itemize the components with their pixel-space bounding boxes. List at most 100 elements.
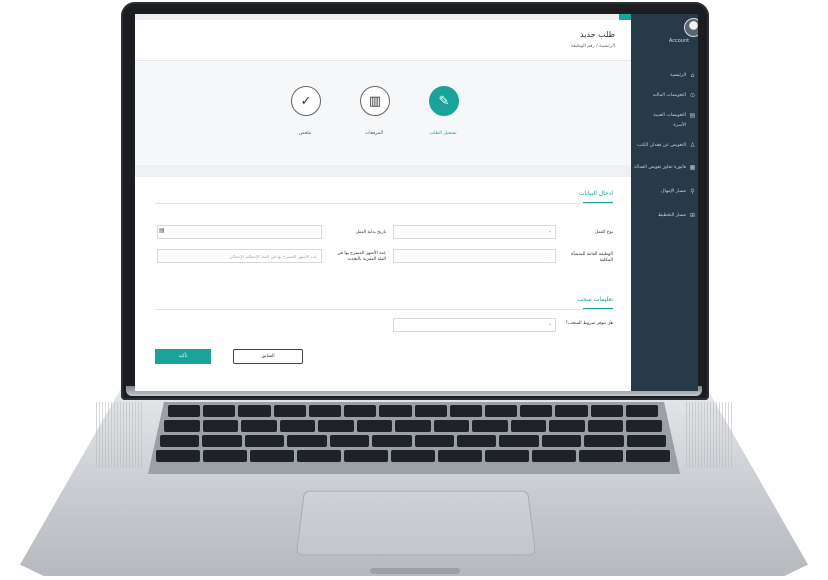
key	[434, 420, 470, 432]
key	[287, 435, 326, 447]
key	[203, 405, 235, 417]
key	[549, 420, 585, 432]
wizard-step-label: المرفقات	[344, 131, 404, 136]
book-icon: ♙	[689, 142, 696, 149]
front-notch	[370, 568, 460, 574]
money-icon: ⊙	[689, 92, 696, 99]
label-condition: هل تتوفر شروط السحب؟	[561, 321, 613, 327]
wizard-step-register[interactable]: ✎	[429, 86, 459, 116]
job-type-select[interactable]: *	[393, 225, 556, 239]
sidebar-item-financial[interactable]: ⊙ التعويضات الماليه	[633, 88, 696, 102]
key	[203, 450, 247, 462]
documents-icon: ▥	[369, 94, 381, 109]
key	[555, 405, 587, 417]
sidebar-item-label: الأسرة	[673, 123, 686, 128]
page-title: طلب جديد	[515, 30, 615, 39]
section-spacer	[135, 165, 631, 177]
key	[202, 435, 241, 447]
key	[344, 405, 376, 417]
key	[591, 405, 623, 417]
key	[274, 405, 306, 417]
key	[245, 435, 284, 447]
confirm-button[interactable]: تأكيد	[155, 349, 211, 364]
label-months: عدد الأشهر المصرح بها في الفئة العمرية ب…	[330, 251, 386, 263]
sidebar-subitem-family[interactable]: الأسرة	[633, 118, 696, 132]
key	[450, 405, 482, 417]
key	[485, 405, 517, 417]
breadcrumb[interactable]: الرئيسية / رقم الوظيفة	[515, 44, 615, 49]
key	[415, 405, 447, 417]
keyboard-row	[160, 435, 666, 447]
sidebar-item-home[interactable]: ⌂ الرئيسية	[633, 68, 696, 82]
key	[164, 420, 200, 432]
sidebar-item-label: التعويض عن فقدان الكتب	[637, 143, 686, 148]
plan-icon: ⊞	[689, 212, 696, 219]
sidebar-item-planning[interactable]: ⊞ مسار التخطيط	[633, 208, 696, 222]
sidebar-item-label: الرئيسية	[670, 73, 686, 78]
section-title-withdrawal: تعليمات سحب	[533, 296, 613, 303]
sidebar-item-label: التعويضات العينية	[653, 113, 686, 118]
wizard-step-attachments[interactable]: ▥	[360, 86, 390, 116]
company-select[interactable]: ...	[393, 249, 556, 263]
key	[472, 420, 508, 432]
key	[542, 435, 581, 447]
key	[532, 450, 576, 462]
section-line	[155, 309, 613, 310]
key	[485, 450, 529, 462]
key	[626, 405, 658, 417]
keyboard	[148, 402, 680, 474]
key	[391, 450, 435, 462]
keyboard-row	[156, 450, 670, 462]
key	[626, 450, 670, 462]
field-placeholder: عدد الأشهر المصرح بها في الفئة الإجمالية…	[229, 254, 317, 259]
key	[395, 420, 431, 432]
key	[626, 420, 662, 432]
key	[520, 405, 552, 417]
key	[344, 450, 388, 462]
label-job-type: نوع العمل	[561, 230, 613, 236]
key	[457, 435, 496, 447]
avatar[interactable]	[684, 18, 698, 37]
condition-select[interactable]: *	[393, 318, 556, 332]
field-value: *	[549, 230, 551, 235]
laptop-screen: Account ⌂ الرئيسية ⊙ التعويضات الماليه ▤…	[135, 14, 698, 391]
label-company: الوظيفة العامة للمنشأة المكلفة	[561, 252, 613, 264]
section-title-data-entry: ادخال البيانات	[533, 190, 613, 197]
section-line	[155, 203, 613, 204]
sidebar-item-label: مسار الإمهال	[661, 189, 686, 194]
key	[588, 420, 624, 432]
key	[318, 420, 354, 432]
months-input[interactable]: عدد الأشهر المصرح بها في الفئة الإجمالية…	[157, 249, 322, 263]
pencil-icon: ✎	[439, 94, 450, 109]
key	[309, 405, 341, 417]
key	[579, 450, 623, 462]
calendar-icon[interactable]: ▤	[159, 227, 165, 234]
key	[168, 405, 200, 417]
keyboard-row	[164, 420, 662, 432]
path-icon: ⚲	[689, 188, 696, 195]
sidebar-item-invoice[interactable]: ▦ فاتورة تجاوز تعويض العمالة	[633, 160, 696, 174]
speaker-left	[96, 402, 142, 468]
sidebar-item-books[interactable]: ♙ التعويض عن فقدان الكتب	[633, 138, 696, 152]
key	[250, 450, 294, 462]
key	[379, 405, 411, 417]
key	[584, 435, 623, 447]
key	[156, 450, 200, 462]
key	[415, 435, 454, 447]
key	[372, 435, 411, 447]
check-icon: ✓	[301, 94, 312, 109]
key	[160, 435, 199, 447]
key	[241, 420, 277, 432]
speaker-right	[686, 402, 732, 468]
trackpad	[296, 491, 536, 556]
home-icon: ⌂	[689, 72, 696, 79]
user-name: Account	[662, 38, 696, 44]
header-accent	[619, 14, 631, 20]
sidebar-item-grace[interactable]: ⚲ مسار الإمهال	[633, 184, 696, 198]
wizard-step-summary[interactable]: ✓	[291, 86, 321, 116]
key	[238, 405, 270, 417]
back-button[interactable]: السابق	[233, 349, 303, 364]
label-start-date: تاريخ بداية العمل	[330, 230, 386, 236]
key	[357, 420, 393, 432]
start-date-input[interactable]	[157, 225, 322, 239]
